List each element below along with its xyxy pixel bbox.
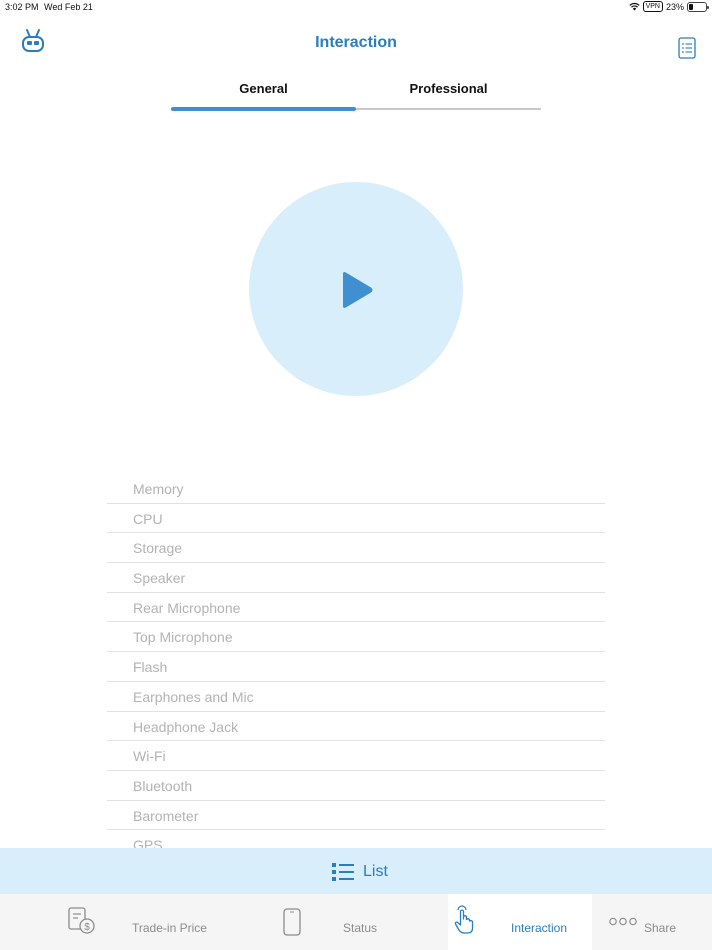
list-button[interactable]: List <box>0 848 712 894</box>
tab-label-interaction: Interaction <box>511 921 568 935</box>
wifi-icon <box>628 2 640 11</box>
touch-hand-icon <box>454 905 474 934</box>
price-document-icon: $ <box>68 907 95 934</box>
test-list-item: Wi-Fi <box>107 741 605 771</box>
battery-icon <box>687 1 709 12</box>
test-list-item: Top Microphone <box>107 622 605 653</box>
segmented-control: General Professional <box>171 78 541 111</box>
phone-icon <box>283 908 301 936</box>
test-list-item: CPU <box>107 504 605 534</box>
status-time: 3:02 PM <box>5 2 39 12</box>
test-list-item: Storage <box>107 533 605 564</box>
page-title: Interaction <box>315 34 397 51</box>
test-list-item: GPS <box>107 830 605 848</box>
status-date: Wed Feb 21 <box>44 2 93 12</box>
tab-trade-in-price[interactable]: $ Trade-in Price <box>0 894 225 950</box>
navigation-bar: Interaction <box>0 22 712 64</box>
status-indicators: VPN 23% <box>628 1 709 12</box>
tab-label-status: Status <box>343 921 378 935</box>
test-list-item: Bluetooth <box>107 771 605 801</box>
status-bar: 3:02 PM Wed Feb 21 VPN 23% <box>0 0 712 14</box>
report-icon[interactable] <box>678 37 696 59</box>
segment-indicator <box>171 107 356 111</box>
list-icon <box>332 863 354 881</box>
start-test-button[interactable] <box>249 182 463 396</box>
tab-label-trade-in-price: Trade-in Price <box>132 921 207 935</box>
play-icon <box>343 272 373 308</box>
tab-status[interactable]: Status <box>225 894 448 950</box>
test-list-item: Barometer <box>107 801 605 831</box>
tab-professional[interactable]: Professional <box>356 78 541 110</box>
more-dots-icon <box>609 917 637 926</box>
test-list-item: Flash <box>107 652 605 682</box>
test-item-list: Memory CPU Storage Speaker Rear Microphone To… <box>107 474 605 848</box>
test-list-item: Speaker <box>107 563 605 593</box>
test-list-item: Memory <box>107 474 605 504</box>
test-list-item: Rear Microphone <box>107 593 605 623</box>
svg-text:$: $ <box>84 922 90 933</box>
vpn-badge: VPN <box>642 1 663 12</box>
tab-general[interactable]: General <box>171 78 356 110</box>
list-label: List <box>363 863 388 880</box>
battery-percent: 23% <box>665 1 684 12</box>
battery-level <box>689 3 693 10</box>
test-list-item: Headphone Jack <box>107 712 605 742</box>
bottom-tab-bar: $ Trade-in Price Status Interaction Shar… <box>0 894 712 950</box>
test-list-item: Earphones and Mic <box>107 682 605 712</box>
tab-interaction[interactable]: Interaction <box>448 894 592 950</box>
tab-share[interactable]: Share <box>592 894 712 950</box>
segment-track <box>356 108 541 110</box>
tab-label-share: Share <box>644 921 677 935</box>
